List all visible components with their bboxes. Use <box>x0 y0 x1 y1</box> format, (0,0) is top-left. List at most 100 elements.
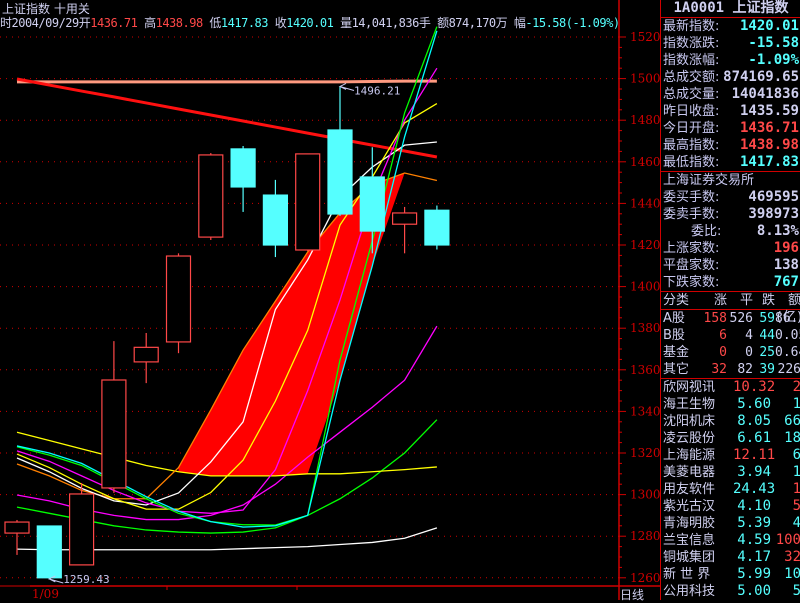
stock-price: 4.10 <box>737 498 771 514</box>
class-cell: 226 <box>777 362 800 377</box>
stat-value: 1438.98 <box>739 137 799 153</box>
candle <box>165 253 192 354</box>
stock-row[interactable]: 欣网视讯 10.32 2 <box>661 379 800 396</box>
stat-row: 最新指数: 1420.01 <box>661 18 800 35</box>
stock-row[interactable]: 美菱电器 3.94 1 <box>661 464 800 481</box>
stock-volume: 1 <box>792 481 800 497</box>
stock-price: 12.11 <box>733 447 776 463</box>
stock-name: 凌云股份 <box>663 431 716 446</box>
stat-row: 委买手数: 469595 <box>661 189 800 206</box>
y-tick-label: 1380 <box>630 321 660 335</box>
stock-volume: 100 <box>775 532 800 548</box>
candle-body <box>198 154 224 238</box>
stock-name: 沈阳机床 <box>663 414 716 429</box>
x-tick-label: 1/09 <box>32 587 59 600</box>
candle <box>424 205 450 250</box>
stat-label: 最新指数: <box>663 19 720 34</box>
y-tick-label: 1360 <box>630 363 660 377</box>
class-row[interactable]: 基金 0 0 250.646 <box>661 344 800 361</box>
stock-row[interactable]: 兰宝信息 4.59 100 <box>661 532 800 549</box>
stock-row[interactable]: 海王生物 5.60 1 <box>661 396 800 413</box>
candle <box>68 482 95 566</box>
stock-row[interactable]: 公用科技 5.00 5 <box>661 583 800 600</box>
candle-body <box>101 379 127 489</box>
stock-price: 24.43 <box>733 481 776 497</box>
stock-row[interactable]: 沈阳机床 8.05 66 <box>661 413 800 430</box>
stock-volume: 5 <box>792 498 800 514</box>
stat-label: 平盘家数: <box>663 258 720 273</box>
close-label: 收 <box>274 16 287 30</box>
stat-label: 委卖手数: <box>663 207 720 222</box>
class-table: 分类涨平跌额(亿)A股1585265986.3B股64440.056基金0025… <box>661 291 800 378</box>
low-label: 低 <box>209 16 221 30</box>
class-cell: 0 <box>745 345 753 360</box>
stat-row: 总成交量: 14041836 <box>661 86 800 103</box>
stock-name: 公用科技 <box>663 584 716 599</box>
class-row[interactable]: A股 158526 5986.3 <box>661 310 800 327</box>
annotation-label: 1259.43 <box>63 573 109 586</box>
candle-body <box>36 525 62 579</box>
class-row[interactable]: 其它 32 82 39 226 <box>661 361 800 378</box>
class-row[interactable]: B股64440.056 <box>661 327 800 344</box>
index-stats: 最新指数: 1420.01 指数涨跌: -15.58 指数涨幅: -1.09% 总成交额: 8… <box>661 18 800 171</box>
stat-row: 下跌家数: 767 <box>661 274 800 291</box>
candlestick-chart: 1260 1280 1300 1320 1340 1360 1380 1400 1420 1440… <box>0 0 660 600</box>
stat-value: 874169.65 <box>723 69 799 85</box>
stat-label: 昨日收盘: <box>663 104 720 119</box>
class-cell: B股 <box>663 328 685 343</box>
candle <box>262 179 288 258</box>
stock-price: 5.60 <box>737 396 771 412</box>
stock-price: 3.94 <box>737 464 771 480</box>
stock-price: 5.99 <box>737 566 771 582</box>
stat-value: -15.58 <box>748 35 799 51</box>
high-label: 高 <box>144 16 156 30</box>
stat-label: 总成交量: <box>663 87 720 102</box>
candle-body <box>165 255 192 343</box>
stock-name: 紫光古汉 <box>663 499 716 514</box>
y-tick-label: 1320 <box>630 446 660 460</box>
amount-label: 额 <box>437 16 449 30</box>
class-cell: 39 <box>759 362 775 377</box>
stat-label: 最低指数: <box>663 155 720 170</box>
panel-title: 1A0001 上证指数 <box>661 0 800 18</box>
stat-value: 1420.01 <box>739 18 799 34</box>
y-tick-label: 1260 <box>630 571 660 585</box>
stock-name: 海王生物 <box>663 397 716 412</box>
stat-value: 1435.59 <box>739 103 799 119</box>
date: 时2004/09/29 <box>0 16 79 30</box>
stat-label: 上涨家数: <box>663 241 720 256</box>
stock-row[interactable]: 用友软件 24.43 1 <box>661 481 800 498</box>
stock-volume: 10 <box>784 566 800 582</box>
class-cell: 59 <box>759 311 775 326</box>
stat-row: 最低指数: 1417.83 <box>661 154 800 171</box>
open-label: 开 <box>78 16 91 30</box>
candle <box>327 86 353 216</box>
stat-label: 最高指数: <box>663 138 720 153</box>
stat-row: 总成交额: 874169.65 <box>661 69 800 86</box>
candle-body <box>424 209 450 246</box>
stock-row[interactable]: 青海明胶 5.39 4 <box>661 515 800 532</box>
stat-value: 196 <box>773 240 799 256</box>
class-cell: 32 <box>711 362 727 377</box>
stat-label: 今日开盘: <box>663 121 720 136</box>
stock-name: 美菱电器 <box>663 465 716 480</box>
stock-row[interactable]: 新 世 界 5.99 10 <box>661 566 800 583</box>
stock-row[interactable]: 铜城集团 4.17 32 <box>661 549 800 566</box>
ohlc-info-bar: 时2004/09/29开1436.71 高1438.98 低1417.83 收1… <box>0 14 620 31</box>
stock-volume: 2 <box>792 379 800 395</box>
candle <box>36 525 62 579</box>
stat-value: 398973 <box>748 206 799 222</box>
stock-row[interactable]: 凌云股份 6.61 18 <box>661 430 800 447</box>
exchange-stats: 委买手数: 469595 委卖手数: 398973 委比: 8.13% 上涨家数: 196 平盘… <box>661 189 800 291</box>
exchange-name: 上海证券交易所 <box>661 171 800 189</box>
stock-row[interactable]: 紫光古汉 4.10 5 <box>661 498 800 515</box>
stock-row[interactable]: 上海能源 12.11 6 <box>661 447 800 464</box>
stock-price: 5.00 <box>737 583 771 599</box>
stock-list: 欣网视讯 10.32 2 海王生物 5.60 1 沈阳机床 8.05 66 凌云股份 6.61 18 上… <box>661 378 800 600</box>
y-tick-label: 1300 <box>630 488 660 502</box>
class-cell: 158 <box>703 311 727 326</box>
candle <box>392 206 418 254</box>
candle <box>295 153 321 252</box>
close-value: 1420.01 <box>286 16 334 30</box>
period-daily-label[interactable]: 日线 <box>620 586 644 603</box>
